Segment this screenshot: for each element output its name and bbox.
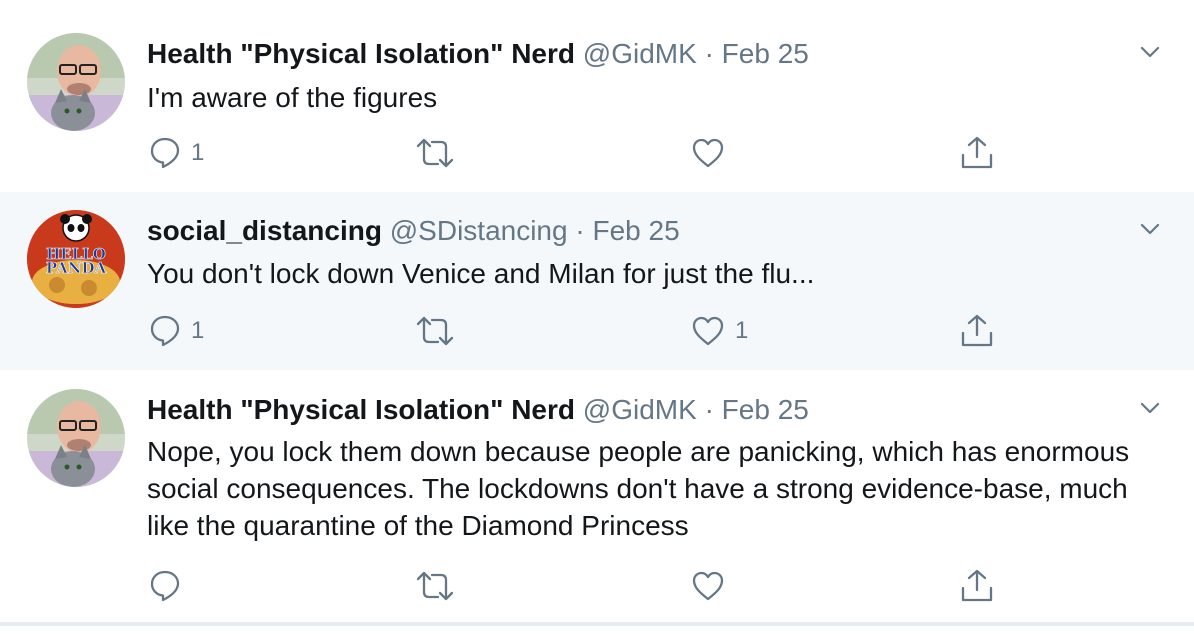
tweet[interactable]: HELLO PANDA social_distancing @SDistanci… bbox=[0, 192, 1194, 370]
avatar[interactable] bbox=[27, 33, 125, 131]
chevron-down-icon[interactable] bbox=[1138, 396, 1162, 420]
retweet-button[interactable] bbox=[415, 133, 465, 173]
retweet-icon bbox=[415, 570, 455, 602]
separator: · bbox=[704, 38, 714, 69]
tweet-header: social_distancing @SDistancing · Feb 25 bbox=[147, 214, 680, 248]
share-icon bbox=[960, 568, 994, 604]
tweet[interactable]: Health "Physical Isolation" Nerd @GidMK … bbox=[0, 0, 1194, 192]
chevron-down-icon[interactable] bbox=[1138, 217, 1162, 241]
reply-count: 1 bbox=[191, 317, 205, 344]
separator: · bbox=[575, 215, 585, 246]
divider bbox=[0, 622, 1194, 626]
tweet[interactable]: Health "Physical Isolation" Nerd @GidMK … bbox=[0, 370, 1194, 622]
retweet-button[interactable] bbox=[415, 311, 465, 351]
share-button[interactable] bbox=[960, 566, 994, 606]
share-icon bbox=[960, 135, 994, 171]
reply-icon bbox=[149, 314, 181, 348]
reply-button[interactable]: 1 bbox=[149, 133, 204, 173]
heart-icon bbox=[691, 315, 725, 347]
tweet-header: Health "Physical Isolation" Nerd @GidMK … bbox=[147, 393, 809, 427]
tweet-text: I'm aware of the figures bbox=[147, 82, 438, 113]
tweet-text: Nope, you lock them down because people … bbox=[147, 436, 1130, 541]
share-button[interactable] bbox=[960, 133, 994, 173]
chevron-down-icon[interactable] bbox=[1138, 40, 1162, 64]
display-name[interactable]: Health "Physical Isolation" Nerd bbox=[147, 38, 575, 69]
handle[interactable]: @SDistancing bbox=[390, 215, 568, 246]
like-button[interactable] bbox=[691, 566, 735, 606]
reply-button[interactable] bbox=[149, 566, 191, 606]
retweet-icon bbox=[415, 315, 455, 347]
avatar[interactable]: HELLO PANDA bbox=[27, 210, 125, 308]
avatar[interactable] bbox=[27, 389, 125, 487]
like-button[interactable] bbox=[691, 133, 735, 173]
separator: · bbox=[704, 394, 714, 425]
reply-icon bbox=[149, 136, 181, 170]
handle[interactable]: @GidMK bbox=[583, 38, 697, 69]
display-name[interactable]: social_distancing bbox=[147, 215, 382, 246]
reply-button[interactable]: 1 bbox=[149, 311, 204, 351]
tweet-text: You don't lock down Venice and Milan for… bbox=[147, 258, 815, 289]
like-button[interactable]: 1 bbox=[691, 311, 748, 351]
retweet-icon bbox=[415, 137, 455, 169]
handle[interactable]: @GidMK bbox=[583, 394, 697, 425]
tweet-header: Health "Physical Isolation" Nerd @GidMK … bbox=[147, 37, 809, 71]
timestamp[interactable]: Feb 25 bbox=[722, 394, 809, 425]
timestamp[interactable]: Feb 25 bbox=[592, 215, 679, 246]
retweet-button[interactable] bbox=[415, 566, 465, 606]
timestamp[interactable]: Feb 25 bbox=[722, 38, 809, 69]
heart-icon bbox=[691, 570, 725, 602]
heart-icon bbox=[691, 137, 725, 169]
share-button[interactable] bbox=[960, 311, 994, 351]
share-icon bbox=[960, 313, 994, 349]
like-count: 1 bbox=[735, 317, 749, 344]
avatar-logo-text-panda: PANDA bbox=[46, 259, 107, 277]
display-name[interactable]: Health "Physical Isolation" Nerd bbox=[147, 394, 575, 425]
reply-count: 1 bbox=[191, 139, 205, 166]
reply-icon bbox=[149, 569, 181, 603]
